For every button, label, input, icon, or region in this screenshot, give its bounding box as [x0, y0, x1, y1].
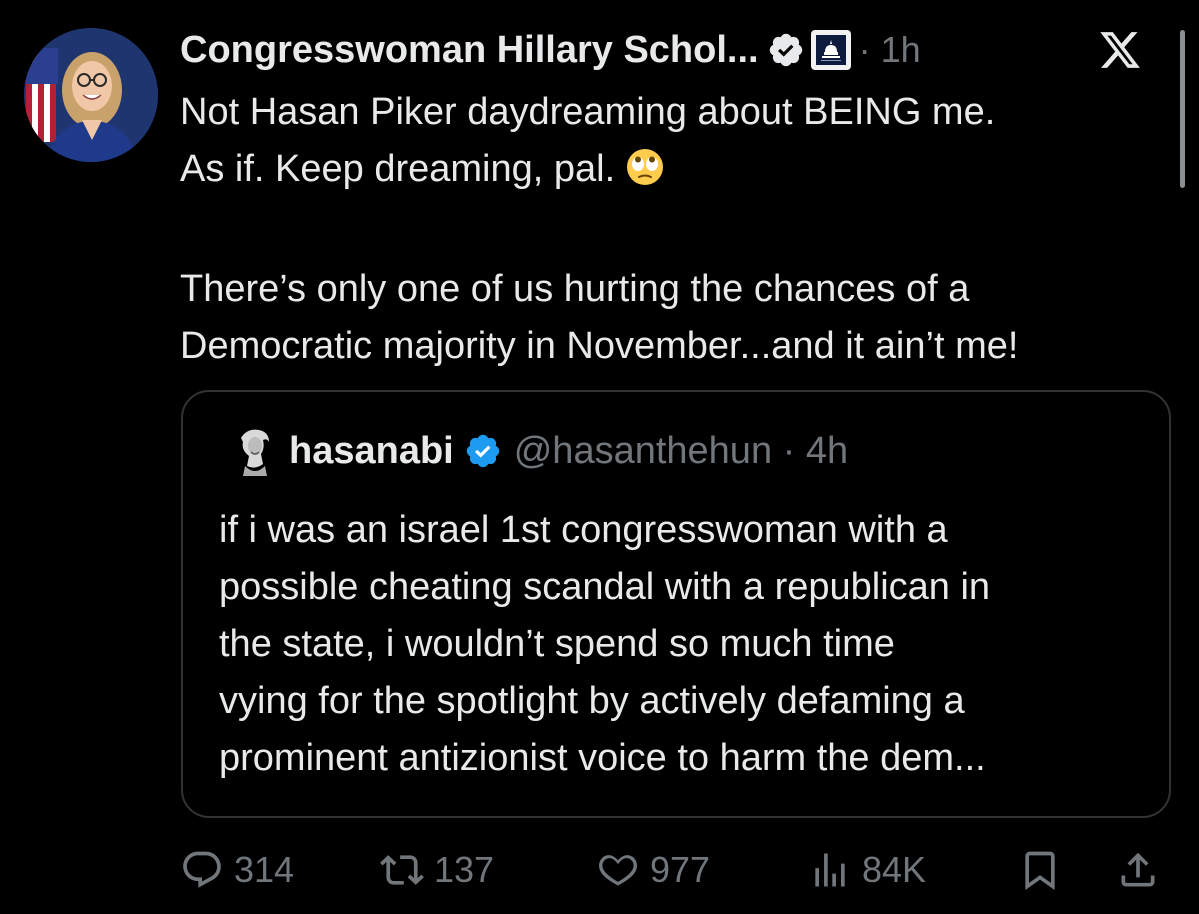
share-icon — [1121, 852, 1155, 887]
bookmark-icon — [1025, 851, 1055, 891]
like-count: 977 — [650, 849, 711, 890]
verified-badge-icon[interactable] — [464, 432, 502, 470]
reply-count: 314 — [234, 849, 295, 890]
quoted-author-name[interactable]: hasanabi — [289, 430, 454, 473]
quote-line: vying for the spotlight by actively defa… — [219, 680, 965, 722]
quoted-tweet-body: if i was an israel 1st congresswoman wit… — [219, 502, 1149, 787]
share-button[interactable] — [1116, 840, 1170, 900]
government-badge-icon[interactable] — [810, 30, 851, 70]
like-button[interactable]: 977 — [596, 840, 710, 900]
quoted-tweet-header: hasanabi @hasanthehun · 4h — [233, 426, 848, 476]
bookmark-button[interactable] — [1018, 840, 1072, 900]
quote-line: prominent antizionist voice to harm the … — [219, 737, 986, 779]
repost-button[interactable]: 137 — [380, 840, 494, 900]
quote-line: the state, i wouldn’t spend so much time — [219, 623, 895, 665]
quote-line: if i was an israel 1st congresswoman wit… — [219, 509, 948, 551]
author-name[interactable]: Congresswoman Hillary Schol... — [180, 29, 759, 72]
quoted-author-handle[interactable]: @hasanthehun · 4h — [514, 430, 848, 473]
scrollbar[interactable] — [1180, 30, 1185, 188]
like-icon — [599, 855, 637, 886]
tweet-line: As if. Keep dreaming, pal. — [180, 141, 1170, 204]
tweet-line: Democratic majority in November...and it… — [180, 325, 1019, 367]
post-time[interactable]: · 1h — [859, 29, 921, 71]
views-count: 84K — [862, 849, 927, 890]
reply-icon — [183, 851, 221, 888]
verified-badge-icon[interactable] — [767, 31, 805, 69]
author-avatar[interactable] — [24, 28, 158, 162]
tweet-header: Congresswoman Hillary Schol... · 1h — [180, 24, 1179, 76]
reply-button[interactable]: 314 — [180, 840, 294, 900]
action-bar: 314 137 977 84K — [180, 840, 1170, 900]
x-logo-icon — [1097, 28, 1143, 77]
tweet-body: Not Hasan Piker daydreaming about BEING … — [180, 84, 1170, 375]
views-button[interactable]: 84K — [808, 840, 926, 900]
tweet-line: Not Hasan Piker daydreaming about BEING … — [180, 91, 996, 133]
quoted-author-avatar[interactable] — [233, 426, 277, 476]
quote-line: possible cheating scandal with a republi… — [219, 566, 991, 608]
quoted-tweet-card[interactable]: hasanabi @hasanthehun · 4h if i was an i… — [181, 390, 1171, 818]
repost-count: 137 — [434, 849, 495, 890]
rolling-eyes-emoji-icon — [625, 147, 665, 204]
tweet-line: There’s only one of us hurting the chanc… — [180, 268, 970, 310]
repost-icon — [380, 855, 424, 885]
views-icon — [815, 853, 845, 887]
